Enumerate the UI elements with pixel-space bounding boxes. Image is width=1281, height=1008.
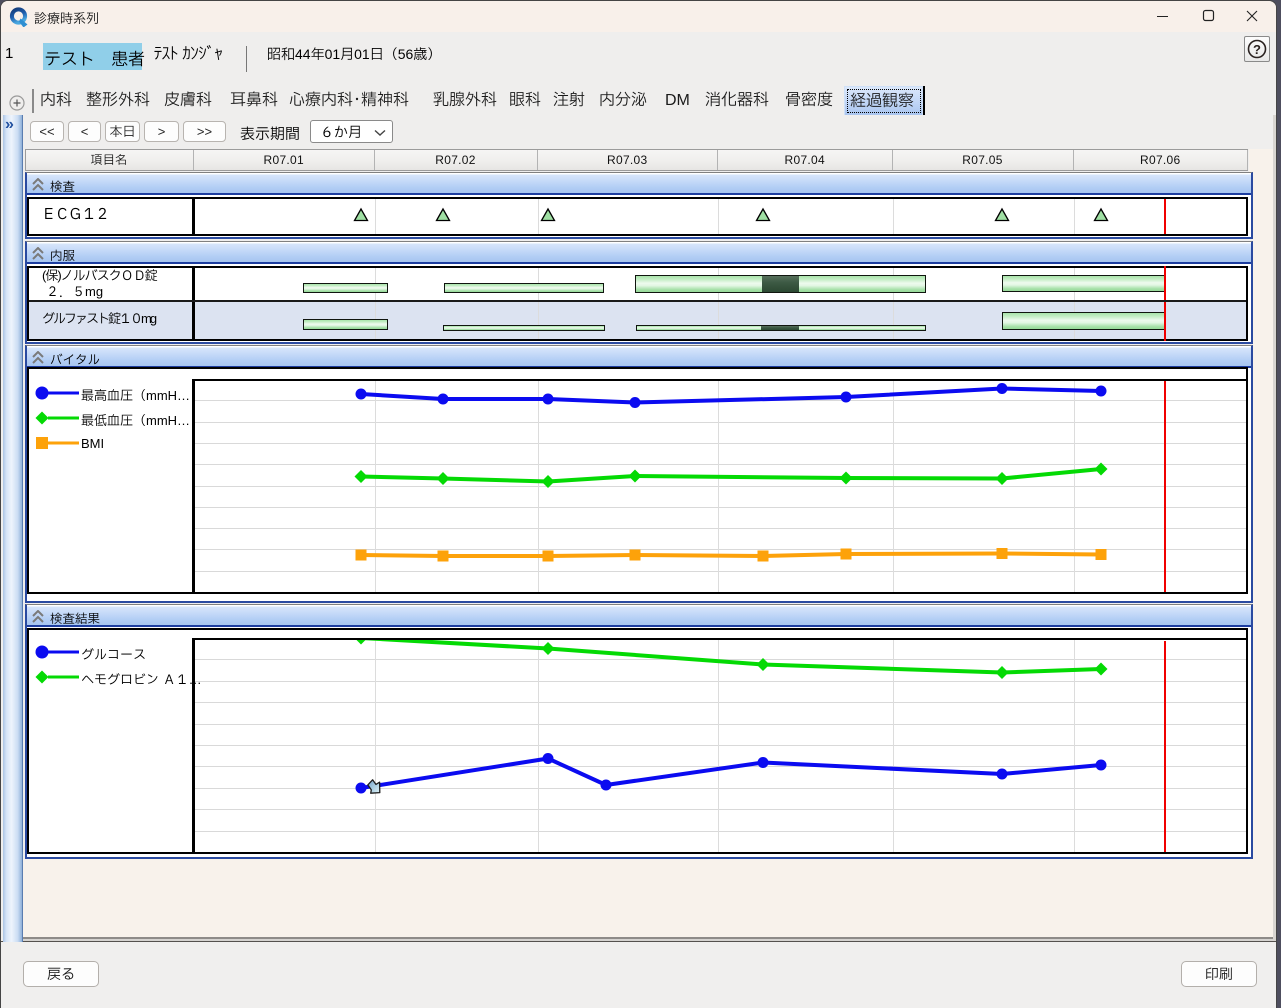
svg-text:?: ?: [1253, 42, 1261, 57]
